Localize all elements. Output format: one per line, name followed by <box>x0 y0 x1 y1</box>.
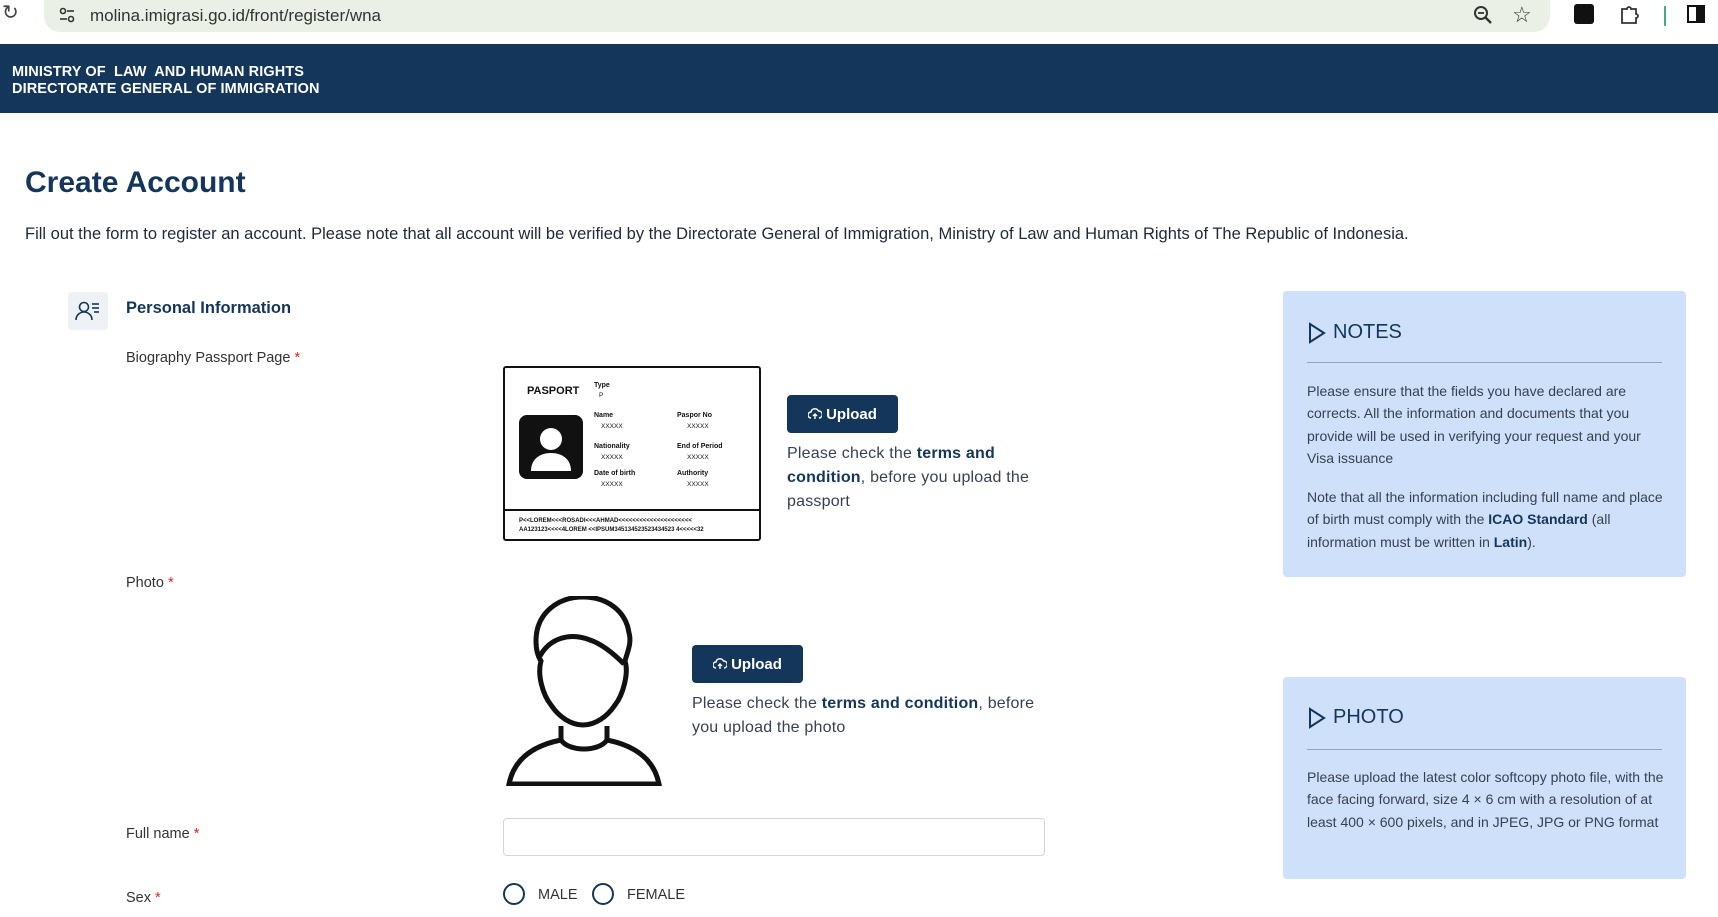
passport-nationality-label: Nationality <box>594 443 630 450</box>
passport-name-value: XXXXX <box>601 423 623 430</box>
notes-p2-post: ). <box>1527 533 1536 550</box>
passport-no-label: Paspor No <box>677 412 713 419</box>
section-title: Personal Information <box>126 299 292 317</box>
passport-label: Biography Passport Page * <box>126 350 300 366</box>
url-text[interactable]: molina.imigrasi.go.id/front/register/wna <box>90 6 381 26</box>
header-line-1: MINISTRY OF LAW AND HUMAN RIGHTS <box>12 64 305 80</box>
required-mark: * <box>167 575 174 591</box>
sex-male-radio[interactable] <box>503 883 525 905</box>
passport-authority-value: XXXXX <box>687 481 709 488</box>
cloud-upload-icon <box>713 658 728 669</box>
page-title: Create Account <box>25 166 246 199</box>
star-icon[interactable]: ☆ <box>1512 2 1532 28</box>
fullname-label: Full name * <box>126 826 199 842</box>
notes-latin: Latin <box>1493 533 1528 550</box>
header-title: MINISTRY OF LAW AND HUMAN RIGHTS DIRECTO… <box>12 64 320 98</box>
notes-paragraph-1: Please ensure that the fields you have d… <box>1307 383 1641 466</box>
upload-passport-button-label: Upload <box>826 405 877 423</box>
fullname-input[interactable] <box>503 818 1045 856</box>
header-line-2: DIRECTORATE GENERAL OF IMMIGRATION <box>12 81 320 97</box>
photo-note-text: Please upload the latest color softcopy … <box>1307 769 1664 830</box>
notes-icao-standard: ICAO Standard <box>1488 511 1588 528</box>
passport-type-label: Type <box>594 382 610 389</box>
photo-label-text: Photo <box>126 575 164 591</box>
passport-label-text: Biography Passport Page <box>126 350 291 366</box>
puzzle-icon[interactable] <box>1618 3 1640 25</box>
passport-upload-hint: Please check the terms and condition, be… <box>787 442 1057 514</box>
person-list-icon <box>68 292 108 330</box>
sex-female-label[interactable]: FEMALE <box>627 887 685 903</box>
site-info-icon[interactable] <box>58 6 76 24</box>
passport-type-value: P <box>599 392 604 399</box>
photo-terms-link[interactable]: terms and condition <box>822 695 979 712</box>
toolbar-divider <box>1664 6 1666 26</box>
photo-note-header: PHOTO <box>1307 706 1404 729</box>
notes-paragraph-2: Note that all the information including … <box>1307 486 1667 553</box>
passport-end-value: XXXXX <box>687 454 709 461</box>
zoom-icon[interactable] <box>1472 4 1494 26</box>
cloud-upload-icon <box>808 408 823 419</box>
upload-passport-button[interactable]: Upload <box>787 395 898 433</box>
passport-name-label: Name <box>594 412 614 419</box>
upload-photo-button-label: Upload <box>731 655 782 673</box>
side-panel-icon[interactable] <box>1686 4 1706 24</box>
photo-note-divider <box>1307 749 1662 750</box>
reload-icon[interactable]: ↻ <box>2 2 24 24</box>
passport-dob-label: Date of birth <box>594 470 636 477</box>
photo-label: Photo * <box>126 575 174 591</box>
required-mark: * <box>155 890 161 906</box>
photo-upload-hint: Please check the terms and condition, be… <box>692 692 1062 740</box>
sex-label-text: Sex <box>126 890 151 906</box>
extension-icon[interactable] <box>1574 4 1594 24</box>
photo-note-card: PHOTO Please upload the latest color sof… <box>1283 677 1686 879</box>
photo-note-title: PHOTO <box>1333 706 1404 728</box>
passport-sample-image: PASPORT Type P Name XXXXX Nationality XX… <box>503 366 761 541</box>
passport-no-value: XXXXX <box>687 423 709 430</box>
page-intro: Fill out the form to register an account… <box>25 225 1409 243</box>
sex-label: Sex * <box>126 890 161 906</box>
browser-toolbar: ↻ molina.imigrasi.go.id/front/register/w… <box>0 0 1718 44</box>
passport-dob-value: XXXXX <box>601 481 623 488</box>
passport-authority-label: Authority <box>677 470 709 477</box>
person-outline-icon <box>506 596 662 786</box>
required-mark: * <box>294 350 301 366</box>
person-silhouette-icon <box>519 415 583 479</box>
passport-heading: PASPORT <box>527 385 580 397</box>
notes-header: NOTES <box>1307 321 1402 344</box>
passport-mrz-line-2: AA123123<<<<4LOREM <<IPSUM34513452352343… <box>519 527 704 533</box>
upload-photo-button[interactable]: Upload <box>692 645 803 683</box>
passport-nationality-value: XXXXX <box>601 454 623 461</box>
fullname-label-text: Full name <box>126 826 190 842</box>
notes-card: NOTES Please ensure that the fields you … <box>1283 291 1686 577</box>
passport-end-label: End of Period <box>677 443 723 450</box>
passport-mrz-line-1: P<<LOREM<<<ROSADI<<<AHMAD<<<<<<<<<<<<<<<… <box>519 518 692 524</box>
passport-mrz-divider <box>505 509 759 511</box>
play-outline-icon <box>1309 321 1326 344</box>
passport-hint-pre: Please check the <box>787 445 917 462</box>
photo-hint-pre: Please check the <box>692 695 822 712</box>
notes-divider <box>1307 362 1662 363</box>
sex-male-label[interactable]: MALE <box>538 887 578 903</box>
sex-female-radio[interactable] <box>592 883 614 905</box>
play-outline-icon <box>1309 706 1326 729</box>
notes-title: NOTES <box>1333 321 1402 343</box>
required-mark: * <box>193 826 200 842</box>
